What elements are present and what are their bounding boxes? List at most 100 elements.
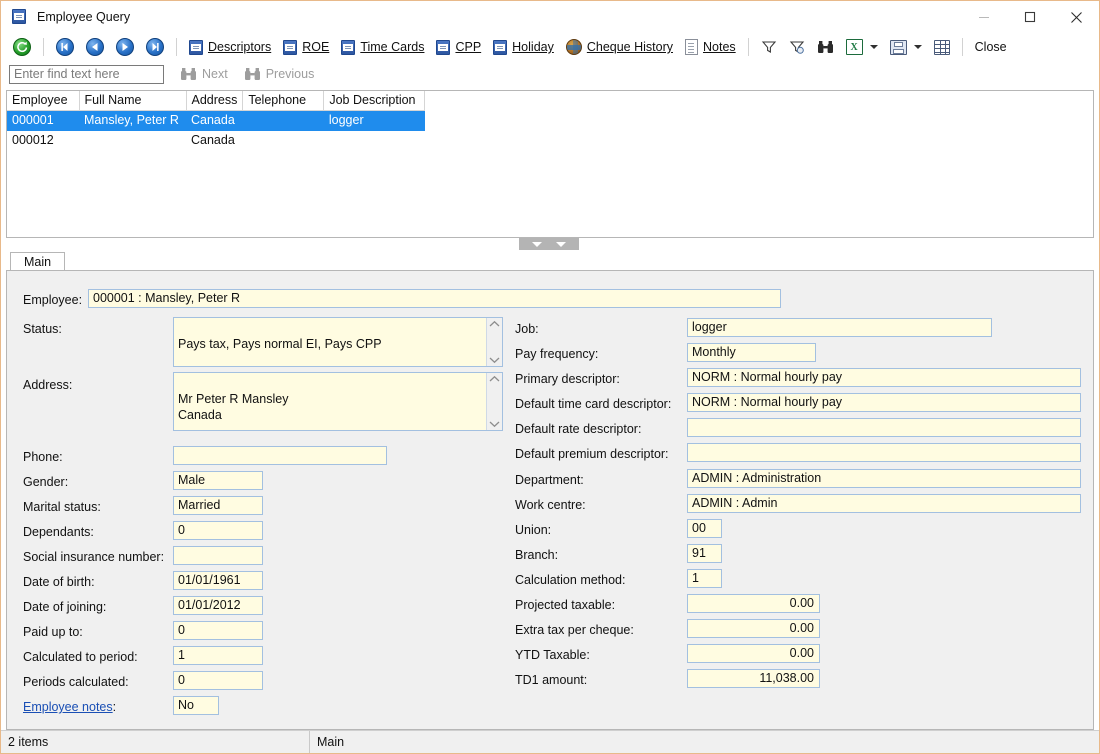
cpp-label: CPP: [455, 40, 481, 54]
default-rate-descriptor-label: Default rate descriptor:: [515, 422, 641, 436]
cheque-history-button[interactable]: Cheque History: [560, 34, 679, 60]
department-field[interactable]: ADMIN : Administration: [687, 469, 1081, 488]
grid-settings-icon: [934, 40, 950, 55]
dependants-field[interactable]: 0: [173, 521, 263, 540]
default-time-card-descriptor-field[interactable]: NORM : Normal hourly pay: [687, 393, 1081, 412]
notes-button[interactable]: Notes: [679, 34, 742, 60]
default-premium-descriptor-field[interactable]: [687, 443, 1081, 462]
address-field[interactable]: Mr Peter R Mansley Canada: [173, 372, 503, 431]
find-next-button[interactable]: Next: [174, 61, 234, 87]
chevron-down-icon[interactable]: [532, 242, 542, 247]
status-label: Status:: [23, 322, 62, 336]
primary-descriptor-field[interactable]: NORM : Normal hourly pay: [687, 368, 1081, 387]
td1-amount-field[interactable]: 11,038.00: [687, 669, 820, 688]
default-premium-descriptor-label: Default premium descriptor:: [515, 447, 669, 461]
periods-calculated-field[interactable]: 0: [173, 671, 263, 690]
paid-up-to-field[interactable]: 0: [173, 621, 263, 640]
branch-field[interactable]: 91: [687, 544, 722, 563]
time-cards-button[interactable]: Time Cards: [335, 34, 430, 60]
column-header-telephone[interactable]: Telephone: [243, 91, 324, 111]
cell-job-description: logger: [324, 111, 425, 131]
panel-splitter[interactable]: [1, 238, 1099, 252]
projected-taxable-field[interactable]: 0.00: [687, 594, 820, 613]
marital-status-field[interactable]: Married: [173, 496, 263, 515]
close-button[interactable]: Close: [969, 34, 1013, 60]
close-icon[interactable]: [1053, 1, 1099, 33]
marital-status-label: Marital status:: [23, 500, 101, 514]
calculated-to-period-field[interactable]: 1: [173, 646, 263, 665]
toolbar-separator: [176, 38, 177, 56]
ytd-taxable-field[interactable]: 0.00: [687, 644, 820, 663]
extra-tax-per-cheque-field[interactable]: 0.00: [687, 619, 820, 638]
column-header-full-name[interactable]: Full Name: [79, 91, 186, 111]
cell-full-name: Mansley, Peter R: [79, 111, 186, 131]
employee-grid[interactable]: Employee Full Name Address Telephone Job…: [6, 90, 1094, 238]
find-button[interactable]: [811, 34, 840, 60]
window-controls: [961, 1, 1099, 33]
status-field[interactable]: Pays tax, Pays normal EI, Pays CPP: [173, 317, 503, 367]
next-record-button[interactable]: [110, 34, 140, 60]
gender-field[interactable]: Male: [173, 471, 263, 490]
detail-panel: Employee: 000001 : Mansley, Peter R Stat…: [6, 270, 1094, 730]
window-title: Employee Query: [37, 10, 130, 24]
holiday-button[interactable]: Holiday: [487, 34, 560, 60]
phone-field[interactable]: [173, 446, 387, 465]
maximize-icon[interactable]: [1007, 1, 1053, 33]
save-layout-button[interactable]: [884, 34, 928, 60]
employee-notes-field[interactable]: No: [173, 696, 219, 715]
previous-record-button[interactable]: [80, 34, 110, 60]
descriptors-label: Descriptors: [208, 40, 271, 54]
column-header-job-description[interactable]: Job Description: [324, 91, 425, 111]
calculation-method-label: Calculation method:: [515, 573, 625, 587]
filter-button[interactable]: [755, 34, 783, 60]
date-of-birth-field[interactable]: 01/01/1961: [173, 571, 263, 590]
tab-main[interactable]: Main: [10, 252, 65, 270]
date-of-joining-field[interactable]: 01/01/2012: [173, 596, 263, 615]
work-centre-field[interactable]: ADMIN : Admin: [687, 494, 1081, 513]
card-icon: [493, 40, 507, 55]
table-row[interactable]: 000001 Mansley, Peter R Canada logger: [7, 111, 425, 131]
find-bar: Next Previous: [1, 61, 1099, 87]
toolbar-separator: [962, 38, 963, 56]
default-rate-descriptor-field[interactable]: [687, 418, 1081, 437]
cpp-button[interactable]: CPP: [430, 34, 487, 60]
pay-frequency-field[interactable]: Monthly: [687, 343, 816, 362]
refresh-button[interactable]: [7, 34, 37, 60]
primary-descriptor-label: Primary descriptor:: [515, 372, 620, 386]
find-previous-label: Previous: [266, 67, 315, 81]
column-header-employee[interactable]: Employee: [7, 91, 79, 111]
pay-frequency-label: Pay frequency:: [515, 347, 598, 361]
employee-field[interactable]: 000001 : Mansley, Peter R: [88, 289, 781, 308]
minimize-icon[interactable]: [961, 1, 1007, 33]
roe-button[interactable]: ROE: [277, 34, 335, 60]
search-input[interactable]: [9, 65, 164, 84]
toolbar-separator: [43, 38, 44, 56]
chevron-down-icon[interactable]: [914, 45, 922, 49]
union-field[interactable]: 00: [687, 519, 722, 538]
clear-filter-button[interactable]: [783, 34, 811, 60]
column-header-address[interactable]: Address: [186, 91, 243, 111]
find-previous-button[interactable]: Previous: [238, 61, 321, 87]
first-record-button[interactable]: [50, 34, 80, 60]
status-scrollbar[interactable]: [486, 318, 502, 366]
table-row[interactable]: 000012 Canada: [7, 131, 425, 151]
job-field[interactable]: logger: [687, 318, 992, 337]
notes-label: Notes: [703, 40, 736, 54]
holiday-label: Holiday: [512, 40, 554, 54]
chevron-down-icon[interactable]: [870, 45, 878, 49]
sin-field[interactable]: [173, 546, 263, 565]
descriptors-button[interactable]: Descriptors: [183, 34, 277, 60]
work-centre-label: Work centre:: [515, 498, 586, 512]
calculation-method-field[interactable]: 1: [687, 569, 722, 588]
export-excel-button[interactable]: [840, 34, 884, 60]
employee-notes-link[interactable]: Employee notes: [23, 700, 113, 714]
address-label: Address:: [23, 378, 72, 392]
chevron-up-icon: [489, 375, 500, 383]
chevron-down-icon[interactable]: [556, 242, 566, 247]
grid-settings-button[interactable]: [928, 34, 956, 60]
address-scrollbar[interactable]: [486, 373, 502, 430]
splitter-handle[interactable]: [519, 238, 579, 250]
last-record-button[interactable]: [140, 34, 170, 60]
last-record-icon: [146, 38, 164, 56]
sin-label: Social insurance number:: [23, 550, 164, 564]
